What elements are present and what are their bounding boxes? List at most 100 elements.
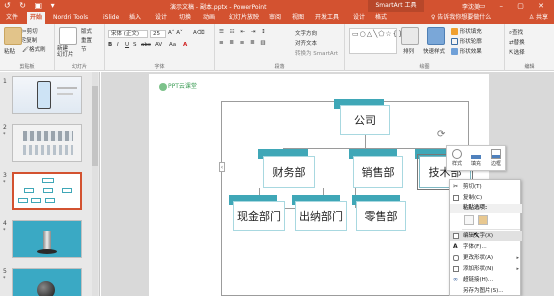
list-buttons-icon[interactable]: ☰ ☷ ⇤ ⇥ ↕ (219, 29, 268, 35)
slide-canvas[interactable]: PPT云课堂 ‹ ⟳ 公司 财务部 销售部 技术部 现金部门 出纳部门 零售部 (149, 74, 489, 296)
tab-developer[interactable]: 开发工具 (312, 12, 342, 24)
tab-home[interactable]: 开始 (27, 12, 46, 24)
convert-smartart-button[interactable]: 转换为 SmartArt (295, 49, 338, 57)
style-icon (452, 149, 462, 159)
slide-number: 3 (3, 172, 7, 179)
tab-slideshow[interactable]: 幻灯片放映 (226, 12, 262, 24)
font-group: 宋体 (正文) 25 A˄ A˅ A⌫ B I U S abc AV Aa A … (105, 24, 215, 71)
paste-clipboard-icon[interactable] (478, 215, 488, 225)
tab-islide[interactable]: iSlide (100, 12, 122, 24)
outline-pen-icon (451, 38, 458, 45)
paragraph-group-label: 段落 (274, 64, 285, 70)
select-button[interactable]: ⇱选择 (509, 48, 525, 56)
shapes-gallery[interactable]: ▭○△╲⬠☆{} (349, 28, 403, 54)
font-name-select[interactable]: 宋体 (正文) (108, 30, 148, 38)
paste-icon[interactable] (4, 27, 22, 45)
editing-group-label: 编辑 (524, 64, 535, 70)
mini-node (62, 188, 72, 193)
menu-item-save-as-picture[interactable]: 另存为图片(S)... (450, 286, 522, 296)
menu-item-font[interactable]: A 字体(F)... (450, 242, 522, 252)
paste-options-header: 粘贴选项: (450, 204, 522, 213)
section-button[interactable]: 节 (81, 45, 87, 53)
scrollbar-thumb[interactable] (92, 86, 98, 166)
new-slide-icon[interactable] (59, 27, 77, 45)
rotate-handle-icon[interactable]: ⟳ (437, 129, 445, 140)
node-cashier[interactable]: 出纳部门 (295, 201, 347, 231)
arrange-icon[interactable] (401, 27, 419, 45)
tab-insert[interactable]: 插入 (126, 12, 144, 24)
find-button[interactable]: ⌕查找 (509, 28, 523, 37)
grow-font-icon[interactable]: A˄ A˅ (168, 30, 183, 36)
tab-design[interactable]: 设计 (152, 12, 170, 24)
text-pane-toggle[interactable]: ‹ (219, 162, 225, 172)
tab-review[interactable]: 审阅 (266, 12, 284, 24)
align-text-button[interactable]: 对齐文本 (295, 39, 317, 47)
paste-keep-source-icon[interactable] (464, 215, 474, 225)
strikethrough-button[interactable]: abc (141, 42, 151, 48)
node-sales[interactable]: 销售部 (353, 156, 403, 188)
window-controls[interactable]: ▭ – ▢ ✕ (479, 0, 550, 12)
thumbnail-scrollbar[interactable] (92, 72, 98, 296)
reset-button[interactable]: 重置 (81, 36, 92, 44)
menu-item-cut[interactable]: ✂ 剪切(T) (450, 182, 522, 192)
menu-item-copy[interactable]: 复制(C) (450, 193, 522, 203)
slide-thumbnail-4[interactable] (12, 220, 82, 258)
fill-button[interactable]: 填充 (467, 148, 485, 170)
tell-me-search[interactable]: ♀ 告诉我你想要做什么 (431, 12, 491, 24)
node-company[interactable]: 公司 (340, 105, 390, 135)
outline-button[interactable]: 边框 (487, 148, 505, 170)
italic-button[interactable]: I (117, 42, 119, 48)
replace-button[interactable]: ⇄替换 (509, 38, 525, 46)
quick-access-toolbar[interactable]: ↺ ↻ ▣ ▾ (4, 1, 58, 10)
underline-button[interactable]: U (125, 42, 129, 48)
quick-styles-icon[interactable] (427, 27, 445, 45)
user-name[interactable]: 李沈美 (462, 2, 480, 11)
share-button[interactable]: ♙ 共享 (529, 12, 548, 24)
node-cash[interactable]: 现金部门 (233, 201, 285, 231)
slide-thumbnail-1[interactable] (12, 76, 82, 114)
node-finance[interactable]: 财务部 (263, 156, 315, 188)
tab-view[interactable]: 视图 (289, 12, 307, 24)
change-case-button[interactable]: Aa (169, 42, 176, 48)
scissors-icon: ✂ (453, 183, 459, 190)
slide-number: 1 (3, 78, 7, 85)
menu-item-change-shape[interactable]: 更改形状(A) ▸ (450, 253, 522, 263)
new-slide-button[interactable]: 新建 幻灯片 (57, 46, 74, 58)
shape-fill-button[interactable]: 形状填充 (451, 27, 482, 35)
cut-button[interactable]: ✂剪切 (22, 27, 38, 35)
node-retail[interactable]: 零售部 (356, 201, 406, 231)
align-buttons-icon[interactable]: ≡ ≣ ≡ ≣ ▥ (219, 40, 268, 46)
shadow-button[interactable]: S (133, 42, 137, 48)
slide-thumbnail-5[interactable] (12, 268, 82, 296)
paste-button[interactable]: 粘贴 (4, 47, 15, 55)
animation-marker: * (3, 276, 6, 282)
clipboard-group-label: 剪贴板 (19, 64, 35, 70)
tab-transitions[interactable]: 切换 (176, 12, 194, 24)
tab-smartart-design[interactable]: 设计 (350, 12, 368, 24)
copy-button[interactable]: ⎘复制 (22, 36, 37, 45)
mouse-cursor-icon: ↖ (473, 231, 481, 241)
menu-item-add-shape[interactable]: 添加形状(N) ▸ (450, 264, 522, 274)
menu-item-hyperlink[interactable]: ∞ 超链接(H)... (450, 275, 522, 285)
tab-animations[interactable]: 动画 (200, 12, 218, 24)
slide-thumbnail-2[interactable] (12, 124, 82, 162)
layout-button[interactable]: 版式 (81, 27, 92, 35)
tab-smartart-format[interactable]: 格式 (372, 12, 390, 24)
quick-styles-button[interactable]: 快速样式 (423, 47, 445, 55)
char-spacing-button[interactable]: AV (155, 42, 162, 48)
font-color-button[interactable]: A (183, 42, 187, 48)
clear-format-icon[interactable]: A⌫ (193, 30, 205, 36)
style-button[interactable]: 样式 (448, 148, 466, 170)
bold-button[interactable]: B (108, 42, 112, 48)
text-direction-button[interactable]: 文字方向 (295, 29, 317, 37)
shape-effects-button[interactable]: 形状效果 (451, 47, 482, 55)
menu-item-edit-text[interactable]: 编辑文字(X) (450, 231, 522, 241)
font-size-select[interactable]: 25 (150, 30, 166, 38)
format-painter-button[interactable]: 🖌格式刷 (22, 45, 46, 53)
tab-file[interactable]: 文件 (3, 12, 21, 24)
fill-bucket-icon (471, 149, 481, 159)
slide-thumbnail-3[interactable] (12, 172, 82, 210)
tab-nordri-tools[interactable]: Nordri Tools (50, 12, 91, 24)
shape-outline-button[interactable]: 形状轮廓 (451, 37, 482, 45)
arrange-button[interactable]: 排列 (403, 47, 414, 55)
